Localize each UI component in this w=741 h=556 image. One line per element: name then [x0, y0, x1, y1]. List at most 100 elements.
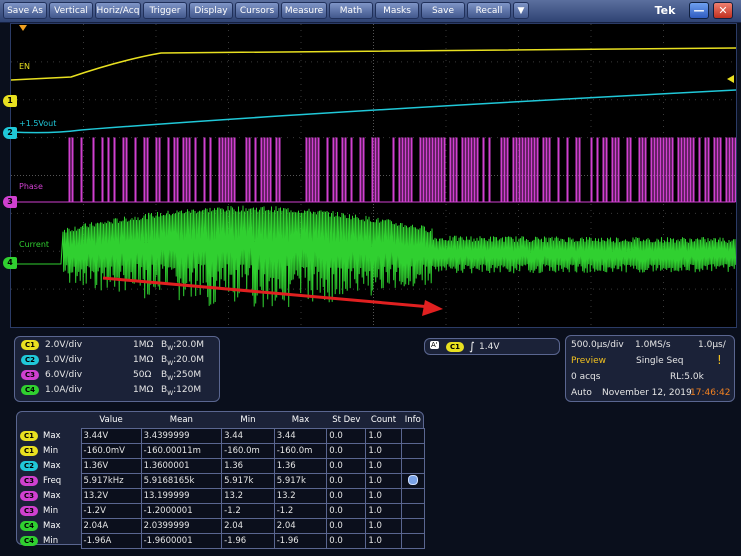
col-count-header: Count: [370, 415, 397, 425]
trigger-type-icon: A': [430, 341, 439, 349]
channel-badge: C4: [20, 520, 38, 531]
measurement-value: 2.04A: [80, 518, 142, 534]
ch3-label: Phase: [19, 182, 43, 191]
menu-masks[interactable]: Masks: [375, 2, 419, 19]
measurement-min: -1.2: [221, 503, 275, 519]
measurement-max: -1.96: [273, 533, 328, 549]
measurement-info: [400, 443, 426, 459]
resolution: 1.0µs/: [698, 340, 726, 350]
measurement-max: 5.917k: [273, 473, 328, 489]
measurement-mean: 13.199999: [140, 488, 223, 504]
table-row[interactable]: C2 Max 1.36V 1.3600001 1.36 1.36 0.0 1.0: [17, 458, 426, 474]
measurement-max: 1.36: [273, 458, 328, 474]
vertical-row[interactable]: C1 2.0V/div 1MΩ BW:20.0M: [21, 340, 204, 352]
channel-badge: C1: [20, 430, 38, 441]
ch1-label: EN: [19, 62, 31, 71]
table-row[interactable]: C3 Min -1.2V -1.2000001 -1.2 -1.2 0.0 1.0: [17, 503, 426, 519]
menu-horiz-acq[interactable]: Horiz/Acq: [95, 2, 141, 19]
table-row[interactable]: C4 Min -1.96A -1.9600001 -1.96 -1.96 0.0 1.0: [17, 533, 426, 549]
col-max-header: Max: [291, 415, 310, 425]
measurement-stdev: 0.0: [326, 488, 367, 504]
channel-badge: C4: [20, 535, 38, 546]
trigger-mode: Auto: [571, 388, 592, 398]
measurement-min: 5.917k: [221, 473, 275, 489]
table-row[interactable]: C3 Max 13.2V 13.199999 13.2 13.2 0.0 1.0: [17, 488, 426, 504]
menu-cursors[interactable]: Cursors: [235, 2, 279, 19]
trigger-position-icon[interactable]: [19, 25, 27, 31]
ch3-marker[interactable]: 3: [3, 196, 17, 208]
record-length: RL:5.0k: [670, 372, 704, 382]
arrowhead-icon: [422, 300, 443, 316]
waveform-display[interactable]: EN +1.5Vout Phase Current 1 2 3 4: [3, 23, 737, 328]
trigger-source-badge: C1: [446, 342, 464, 352]
ch2-label: +1.5Vout: [19, 119, 57, 128]
channel-badge: C3: [20, 490, 38, 501]
vertical-scale: 2.0V/div: [45, 340, 83, 350]
menu-save[interactable]: Save: [421, 2, 465, 19]
time: 17:46:42: [690, 388, 731, 398]
col-stdev-header: St Dev: [332, 415, 361, 425]
bandwidth-limit: BW:250M: [161, 370, 202, 382]
ch2-badge: C2: [21, 355, 39, 365]
date: November 12, 2019: [602, 388, 692, 398]
table-row[interactable]: C3 Freq 5.917kHz 5.9168165k 5.917k 5.917k 0.0 1…: [17, 473, 426, 489]
bandwidth-limit: BW:120M: [161, 385, 202, 397]
table-row[interactable]: C4 Max 2.04A 2.0399999 2.04 2.04 0.0 1.0: [17, 518, 426, 534]
info-icon[interactable]: [407, 474, 418, 485]
menu-math[interactable]: Math: [329, 2, 373, 19]
menu-save-as[interactable]: Save As: [3, 2, 47, 19]
vertical-row[interactable]: C4 1.0A/div 1MΩ BW:120M: [21, 385, 201, 397]
measurement-max: 13.2: [273, 488, 328, 504]
channel-badge: C2: [20, 460, 38, 471]
vertical-scale: 1.0V/div: [45, 355, 83, 365]
ch3-badge: C3: [21, 370, 39, 380]
measurement-stdev: 0.0: [326, 473, 367, 489]
measurement-mean: -160.00011m: [140, 443, 223, 459]
measurement-mean: 3.4399999: [140, 428, 223, 444]
measurement-count: 1.0: [365, 488, 402, 504]
menu-dropdown-icon[interactable]: ▼: [513, 2, 529, 19]
table-row[interactable]: C1 Min -160.0mV -160.00011m -160.0m -160.0m 0.…: [17, 443, 426, 459]
ch1-badge: C1: [21, 340, 39, 350]
vertical-settings-panel[interactable]: C1 2.0V/div 1MΩ BW:20.0M C2 1.0V/div 1MΩ…: [14, 336, 220, 402]
measurement-info: [400, 518, 426, 534]
ch4-marker[interactable]: 4: [3, 257, 17, 269]
measurement-value: -1.2V: [80, 503, 142, 519]
input-impedance: 1MΩ: [133, 385, 154, 395]
measurement-count: 1.0: [365, 428, 402, 444]
measurement-count: 1.0: [365, 473, 402, 489]
run-state-icon: !: [717, 353, 722, 367]
measurement-mean: 1.3600001: [140, 458, 223, 474]
ch1-marker[interactable]: 1: [3, 95, 17, 107]
measurement-name: Max: [43, 431, 61, 441]
ch2-marker[interactable]: 2: [3, 127, 17, 139]
menu-measure[interactable]: Measure: [281, 2, 327, 19]
measurement-min: -160.0m: [221, 443, 275, 459]
minimize-icon[interactable]: —: [689, 2, 709, 19]
measurement-name: Min: [43, 446, 59, 456]
measurement-stdev: 0.0: [326, 518, 367, 534]
vertical-row[interactable]: C3 6.0V/div 50Ω BW:250M: [21, 370, 201, 382]
acq-mode: Preview: [571, 356, 607, 366]
measurement-value: 3.44V: [80, 428, 142, 444]
bandwidth-limit: BW:20.0M: [161, 355, 204, 367]
measurement-value: -1.96A: [80, 533, 142, 549]
measurement-info: [400, 503, 426, 519]
measurement-mean: -1.9600001: [140, 533, 223, 549]
table-row[interactable]: C1 Max 3.44V 3.4399999 3.44 3.44 0.0 1.0: [17, 428, 426, 444]
menu-vertical[interactable]: Vertical: [49, 2, 93, 19]
horizontal-panel[interactable]: 500.0µs/div 1.0MS/s 1.0µs/ Preview Singl…: [565, 335, 735, 402]
menu-trigger[interactable]: Trigger: [143, 2, 187, 19]
close-icon[interactable]: ✕: [713, 2, 733, 19]
menu-display[interactable]: Display: [189, 2, 233, 19]
measurement-count: 1.0: [365, 533, 402, 549]
menu-recall[interactable]: Recall: [467, 2, 511, 19]
measurement-min: 13.2: [221, 488, 275, 504]
measurement-table-panel[interactable]: Value Mean Min Max St Dev Count Info C1 M…: [16, 411, 426, 549]
acq-count: 0 acqs: [571, 372, 601, 382]
trigger-panel[interactable]: A' C1 ∫ 1.4V: [424, 338, 560, 355]
col-value-header: Value: [99, 415, 123, 425]
vertical-row[interactable]: C2 1.0V/div 1MΩ BW:20.0M: [21, 355, 204, 367]
measurement-info: [400, 458, 426, 474]
trigger-level-icon[interactable]: [727, 75, 734, 83]
